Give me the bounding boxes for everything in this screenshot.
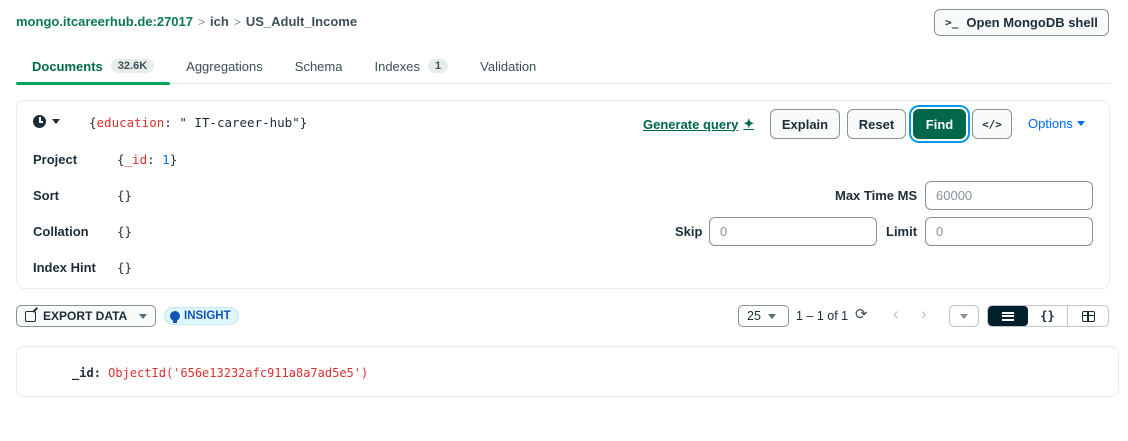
project-key: _id bbox=[124, 152, 148, 167]
tab-label: Validation bbox=[480, 58, 537, 74]
sort-label: Sort bbox=[33, 188, 59, 203]
query-history-button[interactable] bbox=[33, 115, 60, 128]
view-options-dropdown[interactable] bbox=[949, 305, 979, 327]
document-field: _id: ObjectId('656e13232afc911a8a7ad5e5'… bbox=[72, 366, 368, 380]
sparkle-icon: ✦ bbox=[743, 116, 755, 131]
page-size-select[interactable]: 25 bbox=[738, 305, 789, 327]
insight-badge[interactable]: INSIGHT bbox=[164, 307, 239, 325]
skip-input[interactable] bbox=[709, 217, 877, 246]
caret-down-icon bbox=[767, 313, 776, 319]
open-shell-label: Open MongoDB shell bbox=[966, 15, 1098, 30]
project-editor[interactable]: {_id: 1} bbox=[117, 152, 177, 167]
field-key: _id bbox=[72, 366, 94, 380]
max-time-input[interactable] bbox=[925, 181, 1093, 210]
view-switcher: {} bbox=[987, 305, 1109, 327]
project-label: Project bbox=[33, 152, 78, 167]
options-label: Options bbox=[1028, 116, 1073, 131]
filter-key: education bbox=[96, 115, 165, 130]
chevron-right-icon: > bbox=[233, 14, 241, 29]
sort-editor[interactable]: {} bbox=[117, 188, 132, 203]
field-value: ObjectId('656e13232afc911a8a7ad5e5') bbox=[108, 366, 369, 380]
collation-editor[interactable]: {} bbox=[117, 224, 132, 239]
collection-tabs: Documents 32.6K Aggregations Schema Inde… bbox=[16, 48, 1110, 85]
chevron-right-icon: > bbox=[198, 14, 206, 29]
filter-colon: : bbox=[164, 115, 180, 130]
export-icon bbox=[25, 310, 36, 322]
breadcrumb: mongo.itcareerhub.de:27017 > ich > US_Ad… bbox=[16, 14, 357, 29]
breadcrumb-collection: US_Adult_Income bbox=[245, 14, 358, 29]
table-icon bbox=[1081, 310, 1095, 322]
pagination-info: 1 – 1 of 1 bbox=[796, 309, 849, 323]
previous-page-icon[interactable]: ‹ bbox=[893, 305, 899, 323]
caret-down-icon bbox=[960, 313, 968, 319]
document-count-badge: 32.6K bbox=[110, 59, 155, 73]
filter-editor[interactable]: {education: " IT-career-hub"} bbox=[89, 115, 307, 130]
terminal-icon: >_ bbox=[945, 16, 959, 29]
export-data-button[interactable]: EXPORT DATA bbox=[16, 305, 156, 327]
table-view-button[interactable] bbox=[1068, 306, 1108, 326]
breadcrumb-host[interactable]: mongo.itcareerhub.de:27017 bbox=[16, 14, 193, 29]
next-page-icon[interactable]: › bbox=[921, 305, 927, 323]
breadcrumb-database[interactable]: ich bbox=[210, 14, 229, 29]
tab-documents[interactable]: Documents 32.6K bbox=[16, 48, 171, 85]
tab-validation[interactable]: Validation bbox=[464, 48, 552, 84]
options-toggle[interactable]: Options bbox=[1028, 116, 1085, 131]
list-icon bbox=[1001, 311, 1014, 321]
open-shell-button[interactable]: >_ Open MongoDB shell bbox=[934, 9, 1109, 36]
filter-brace: } bbox=[299, 115, 308, 130]
tab-label: Documents bbox=[32, 58, 103, 74]
caret-down-icon bbox=[1076, 121, 1085, 126]
tab-schema[interactable]: Schema bbox=[279, 48, 359, 84]
json-view-button[interactable]: {} bbox=[1028, 306, 1068, 326]
project-colon: : bbox=[147, 152, 163, 167]
document-card[interactable]: _id: ObjectId('656e13232afc911a8a7ad5e5'… bbox=[16, 346, 1119, 397]
tab-aggregations[interactable]: Aggregations bbox=[170, 48, 279, 84]
max-time-label: Max Time MS bbox=[835, 188, 918, 203]
index-count-badge: 1 bbox=[428, 59, 449, 73]
curly-braces-icon: {} bbox=[1040, 309, 1055, 323]
refresh-icon[interactable]: ⟳ bbox=[855, 307, 868, 323]
project-value: 1 bbox=[162, 152, 170, 167]
index-hint-editor[interactable]: {} bbox=[117, 260, 132, 275]
generate-query-link[interactable]: Generate query ✦ bbox=[643, 116, 754, 132]
export-code-button[interactable]: </> bbox=[972, 109, 1012, 139]
reset-button[interactable]: Reset bbox=[847, 109, 906, 139]
tab-label: Schema bbox=[294, 58, 343, 74]
skip-label: Skip bbox=[675, 224, 703, 239]
query-bar: {education: " IT-career-hub"} Generate q… bbox=[16, 100, 1110, 289]
page-size-value: 25 bbox=[747, 309, 761, 323]
project-brace: { bbox=[117, 152, 125, 167]
tab-label: Indexes bbox=[374, 58, 421, 74]
limit-input[interactable] bbox=[925, 217, 1093, 246]
filter-value: " IT-career-hub" bbox=[179, 115, 300, 130]
clock-icon bbox=[33, 115, 46, 128]
list-view-button[interactable] bbox=[988, 306, 1028, 326]
find-button[interactable]: Find bbox=[913, 109, 966, 139]
field-colon: : bbox=[93, 366, 109, 380]
project-brace: } bbox=[169, 152, 178, 167]
index-hint-label: Index Hint bbox=[33, 260, 96, 275]
tab-label: Aggregations bbox=[186, 58, 263, 74]
generate-query-label: Generate query bbox=[643, 116, 739, 132]
collation-label: Collation bbox=[33, 224, 89, 239]
lightbulb-icon bbox=[170, 311, 180, 323]
export-data-label: EXPORT DATA bbox=[43, 309, 128, 323]
limit-label: Limit bbox=[886, 224, 918, 239]
filter-brace: { bbox=[89, 115, 97, 130]
insight-label: INSIGHT bbox=[184, 310, 231, 322]
caret-down-icon bbox=[139, 313, 147, 319]
tab-indexes[interactable]: Indexes 1 bbox=[358, 48, 464, 84]
caret-down-icon bbox=[52, 119, 60, 124]
explain-button[interactable]: Explain bbox=[770, 109, 840, 139]
